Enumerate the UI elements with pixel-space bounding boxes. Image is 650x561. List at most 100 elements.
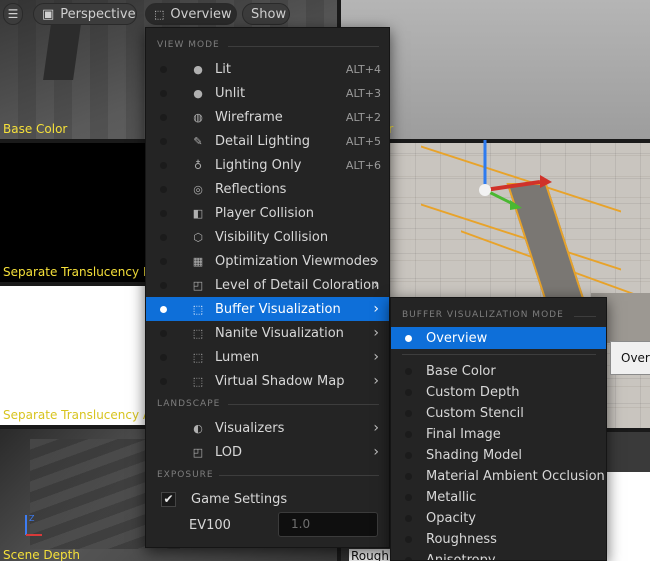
submenu-item-roughness[interactable]: Roughness [391, 529, 606, 550]
chevron-right-icon: › [373, 373, 379, 389]
radio-icon [160, 305, 167, 313]
submenu-item-opacity[interactable]: Opacity [391, 508, 606, 529]
radio-icon [160, 281, 167, 289]
menu-item-visibility-collision[interactable]: ⬡ Visibility Collision [146, 225, 389, 249]
submenu-item-label: Custom Depth [426, 385, 520, 400]
menu-item-wireframe[interactable]: ◍ Wireframe ALT+2 [146, 105, 389, 129]
shortcut-label: ALT+6 [345, 158, 381, 172]
perspective-button[interactable]: ▣ Perspective [33, 3, 137, 25]
menu-item-virtual-shadow-map[interactable]: ⬚ Virtual Shadow Map › [146, 369, 389, 393]
submenu-item-final-image[interactable]: Final Image [391, 424, 606, 445]
level-editor-viewport: Base Color ar Separate Translucency R Se… [0, 0, 650, 561]
menu-item-lumen[interactable]: ⬚ Lumen › [146, 345, 389, 369]
viewport-options-button[interactable]: ☰ [3, 3, 23, 25]
submenu-item-label: Anisotropy [426, 553, 496, 561]
menu-item-label: Detail Lighting [215, 133, 310, 149]
bulb-icon: ♁ [193, 158, 203, 172]
view-mode-button[interactable]: ⬚ Overview [145, 3, 237, 25]
menu-item-unlit[interactable]: ● Unlit ALT+3 [146, 81, 389, 105]
submenu-item-custom-depth[interactable]: Custom Depth [391, 382, 606, 403]
menu-item-label: Wireframe [215, 109, 283, 125]
cube-icon: ▣ [42, 6, 55, 22]
section-divider [219, 475, 379, 476]
radio-icon [160, 137, 167, 145]
submenu-item-anisotropy[interactable]: Anisotropy [391, 550, 606, 561]
menu-item-label: LOD [215, 444, 243, 460]
wireframe-icon: ◍ [193, 110, 203, 124]
submenu-item-label: Overview [426, 330, 488, 346]
submenu-item-label: Shading Model [426, 448, 522, 463]
shadow-map-icon: ⬚ [192, 374, 204, 388]
menu-item-detail-lighting[interactable]: ✎ Detail Lighting ALT+5 [146, 129, 389, 153]
submenu-item-label: Opacity [426, 511, 477, 526]
chevron-right-icon: › [373, 277, 379, 293]
submenu-item-metallic[interactable]: Metallic [391, 487, 606, 508]
viewport-label-base-color: Base Color [3, 122, 68, 136]
menu-item-label: Visibility Collision [215, 229, 329, 245]
radio-icon [405, 515, 412, 522]
viewport-label-separate-translucency-rgb: Separate Translucency R [3, 265, 152, 279]
section-divider [574, 316, 596, 317]
submenu-item-label: Final Image [426, 427, 501, 442]
ev100-value: 1.0 [291, 517, 311, 531]
menu-item-optimization-viewmodes[interactable]: ▦ Optimization Viewmodes › [146, 249, 389, 273]
menu-item-visualizers[interactable]: ◐ Visualizers › [146, 416, 389, 440]
radio-icon [160, 65, 167, 73]
submenu-item-label: Material Ambient Occlusion [426, 469, 605, 484]
optimization-icon: ▦ [192, 254, 204, 268]
menu-item-label: Visualizers [215, 420, 285, 436]
menu-item-nanite-visualization[interactable]: ⬚ Nanite Visualization › [146, 321, 389, 345]
hamburger-icon: ☰ [7, 7, 19, 21]
tooltip-text: Overv [621, 351, 650, 365]
submenu-item-label: Metallic [426, 490, 477, 505]
radio-icon [405, 334, 412, 342]
radio-icon [405, 473, 412, 480]
submenu-item-label: Base Color [426, 364, 496, 379]
show-button[interactable]: Show [242, 3, 290, 25]
axis-indicator-icon: Z [25, 514, 42, 536]
show-label: Show [251, 6, 287, 22]
radio-icon [405, 536, 412, 543]
reflections-icon: ◎ [193, 182, 203, 196]
submenu-item-overview[interactable]: Overview [391, 327, 606, 349]
menu-item-lod-coloration[interactable]: ◰ Level of Detail Coloration › [146, 273, 389, 297]
menu-item-buffer-visualization[interactable]: ⬚ Buffer Visualization › [146, 297, 389, 321]
perspective-label: Perspective [60, 6, 136, 22]
radio-icon [160, 209, 167, 217]
chevron-right-icon: › [373, 253, 379, 269]
radio-icon [405, 452, 412, 459]
radio-icon [160, 89, 167, 97]
radio-icon [405, 431, 412, 438]
chevron-right-icon: › [373, 325, 379, 341]
menu-item-lod[interactable]: ◰ LOD › [146, 440, 389, 464]
section-header-view-mode: VIEW MODE [157, 40, 220, 50]
submenu-item-label: Roughness [426, 532, 497, 547]
menu-item-label: Level of Detail Coloration [215, 277, 380, 293]
radio-icon [405, 557, 412, 560]
radio-icon [160, 185, 167, 193]
viewport-label-separate-translucency-alpha: Separate Translucency A [3, 408, 152, 422]
radio-icon [160, 353, 167, 361]
submenu-item-shading-model[interactable]: Shading Model [391, 445, 606, 466]
transform-gizmo-icon[interactable] [470, 130, 570, 220]
menu-item-label: Nanite Visualization [215, 325, 344, 341]
buffer-grid-icon: ⬚ [154, 7, 165, 21]
radio-icon [160, 257, 167, 265]
shortcut-label: ALT+4 [345, 62, 381, 76]
shortcut-label: ALT+5 [345, 134, 381, 148]
lumen-icon: ⬚ [192, 350, 204, 364]
submenu-item-material-ao[interactable]: Material Ambient Occlusion [391, 466, 606, 487]
radio-icon [160, 377, 167, 385]
ev100-input[interactable]: 1.0 [278, 512, 378, 537]
section-header-landscape: LANDSCAPE [157, 399, 221, 409]
menu-item-reflections[interactable]: ◎ Reflections [146, 177, 389, 201]
submenu-item-base-color[interactable]: Base Color [391, 361, 606, 382]
radio-icon [160, 329, 167, 337]
menu-item-lighting-only[interactable]: ♁ Lighting Only ALT+6 [146, 153, 389, 177]
menu-item-player-collision[interactable]: ◧ Player Collision [146, 201, 389, 225]
submenu-item-custom-stencil[interactable]: Custom Stencil [391, 403, 606, 424]
checkbox-checked-icon[interactable]: ✔ [161, 491, 176, 507]
menu-item-game-settings[interactable]: ✔ Game Settings [146, 487, 389, 511]
section-divider [228, 46, 379, 47]
menu-item-lit[interactable]: ● Lit ALT+4 [146, 57, 389, 81]
